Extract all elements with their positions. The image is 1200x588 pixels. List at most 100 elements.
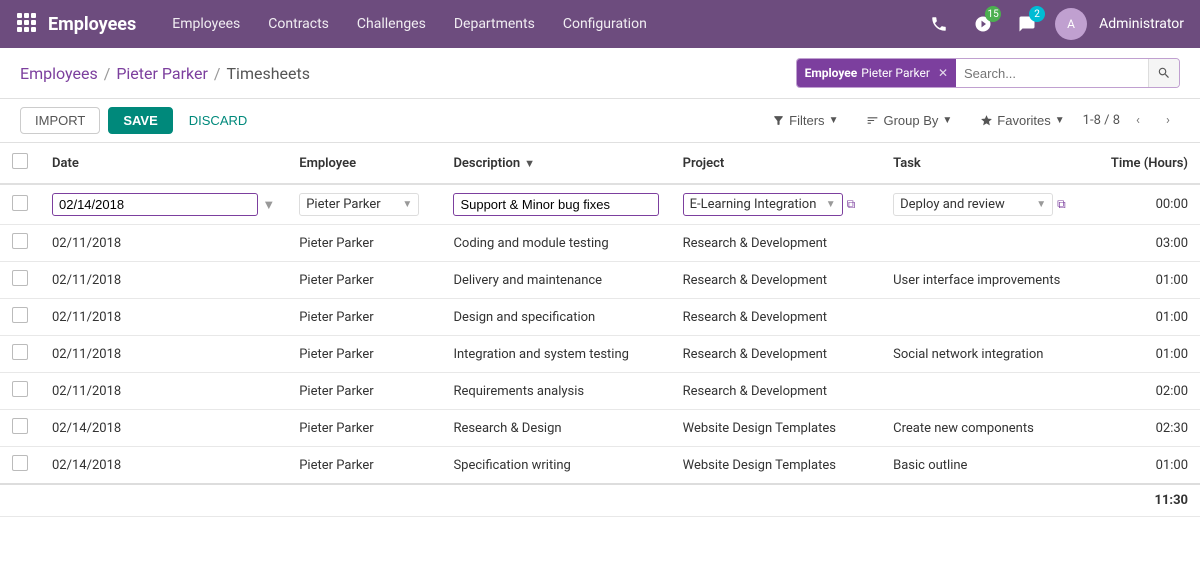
col-date[interactable]: Date xyxy=(40,143,287,184)
activity-icon[interactable]: 15 xyxy=(967,8,999,40)
favorites-label: Favorites xyxy=(997,113,1050,128)
row-5-employee: Pieter Parker xyxy=(287,410,441,447)
col-task[interactable]: Task xyxy=(881,143,1092,184)
menu-item-contracts[interactable]: Contracts xyxy=(256,10,341,38)
filters-button[interactable]: Filters ▼ xyxy=(762,108,848,133)
edit-employee-cell: Pieter Parker ▼ xyxy=(287,184,441,225)
row-5-checkbox[interactable] xyxy=(12,418,28,434)
menu-item-configuration[interactable]: Configuration xyxy=(551,10,659,38)
grid-icon[interactable] xyxy=(16,12,36,36)
user-name[interactable]: Administrator xyxy=(1099,16,1184,32)
discard-button[interactable]: DISCARD xyxy=(181,108,256,133)
pager-text: 1-8 / 8 xyxy=(1083,113,1120,128)
row-0-task xyxy=(881,225,1092,262)
row-5-date: 02/14/2018 xyxy=(40,410,287,447)
toolbar: IMPORT SAVE DISCARD Filters ▼ Group By ▼… xyxy=(0,99,1200,143)
table-row-editing: ▼ Pieter Parker ▼ xyxy=(0,184,1200,225)
phone-icon[interactable] xyxy=(923,8,955,40)
pager-next[interactable]: › xyxy=(1156,109,1180,133)
row-5-project: Website Design Templates xyxy=(671,410,882,447)
search-tag-label: Employee xyxy=(805,66,858,80)
row-1-description: Delivery and maintenance xyxy=(441,262,670,299)
row-edit-checkbox[interactable] xyxy=(12,195,28,211)
favorites-arrow: ▼ xyxy=(1055,115,1065,126)
task-external-link[interactable]: ⧉ xyxy=(1057,197,1066,212)
table-row: 02/11/2018 Pieter Parker Delivery and ma… xyxy=(0,262,1200,299)
row-1-time: 01:00 xyxy=(1092,262,1200,299)
row-6-employee: Pieter Parker xyxy=(287,447,441,485)
chat-icon[interactable]: 2 xyxy=(1011,8,1043,40)
filters-label: Filters xyxy=(789,113,824,128)
menu-item-departments[interactable]: Departments xyxy=(442,10,547,38)
task-arrow: ▼ xyxy=(1036,199,1046,210)
row-4-checkbox[interactable] xyxy=(12,381,28,397)
row-6-description: Specification writing xyxy=(441,447,670,485)
breadcrumb-pieter[interactable]: Pieter Parker xyxy=(116,64,208,83)
row-6-time: 01:00 xyxy=(1092,447,1200,485)
chat-badge: 2 xyxy=(1029,6,1045,22)
table-row: 02/14/2018 Pieter Parker Research & Desi… xyxy=(0,410,1200,447)
row-3-employee: Pieter Parker xyxy=(287,336,441,373)
pager-prev[interactable]: ‹ xyxy=(1126,109,1150,133)
edit-date-input[interactable] xyxy=(52,193,258,216)
edit-project-select[interactable]: E-Learning Integration ▼ xyxy=(683,193,843,216)
col-time[interactable]: Time (Hours) xyxy=(1092,143,1200,184)
row-4-employee: Pieter Parker xyxy=(287,373,441,410)
favorites-button[interactable]: Favorites ▼ xyxy=(970,108,1074,133)
row-6-project: Website Design Templates xyxy=(671,447,882,485)
col-employee[interactable]: Employee xyxy=(287,143,441,184)
row-3-time: 01:00 xyxy=(1092,336,1200,373)
avatar[interactable]: A xyxy=(1055,8,1087,40)
table-row: 02/14/2018 Pieter Parker Specification w… xyxy=(0,447,1200,485)
row-0-time: 03:00 xyxy=(1092,225,1200,262)
row-6-date: 02/14/2018 xyxy=(40,447,287,485)
row-2-date: 02/11/2018 xyxy=(40,299,287,336)
breadcrumb-sep-1: / xyxy=(104,64,111,83)
row-3-task: Social network integration xyxy=(881,336,1092,373)
search-tag-value: Pieter Parker xyxy=(861,66,930,80)
app-brand: Employees xyxy=(48,14,136,35)
menu-item-employees[interactable]: Employees xyxy=(160,10,252,38)
menu-item-challenges[interactable]: Challenges xyxy=(345,10,438,38)
project-external-link[interactable]: ⧉ xyxy=(847,197,856,212)
employee-arrow: ▼ xyxy=(402,199,412,210)
row-6-task: Basic outline xyxy=(881,447,1092,485)
search-input[interactable] xyxy=(956,62,1148,85)
topnav-right: 15 2 A Administrator xyxy=(923,8,1184,40)
date-dropdown-icon[interactable]: ▼ xyxy=(262,197,275,213)
import-button[interactable]: IMPORT xyxy=(20,107,100,134)
row-6-checkbox[interactable] xyxy=(12,455,28,471)
row-1-checkbox[interactable] xyxy=(12,270,28,286)
select-all-checkbox[interactable] xyxy=(12,153,28,169)
row-4-task xyxy=(881,373,1092,410)
row-2-employee: Pieter Parker xyxy=(287,299,441,336)
row-2-description: Design and specification xyxy=(441,299,670,336)
edit-employee-select[interactable]: Pieter Parker ▼ xyxy=(299,193,419,216)
search-tag: Employee Pieter Parker ✕ xyxy=(797,59,956,87)
breadcrumb-timesheets: Timesheets xyxy=(227,64,310,83)
search-tag-remove[interactable]: ✕ xyxy=(938,66,948,80)
breadcrumb-bar: Employees / Pieter Parker / Timesheets E… xyxy=(0,48,1200,99)
col-project[interactable]: Project xyxy=(671,143,882,184)
groupby-button[interactable]: Group By ▼ xyxy=(856,108,962,133)
search-bar: Employee Pieter Parker ✕ xyxy=(796,58,1180,88)
row-2-checkbox[interactable] xyxy=(12,307,28,323)
save-button[interactable]: SAVE xyxy=(108,107,172,134)
project-arrow: ▼ xyxy=(826,199,836,210)
row-3-checkbox[interactable] xyxy=(12,344,28,360)
breadcrumb-employees[interactable]: Employees xyxy=(20,64,98,83)
row-5-time: 02:30 xyxy=(1092,410,1200,447)
edit-description-cell xyxy=(441,184,670,225)
col-description[interactable]: Description ▼ xyxy=(441,143,670,184)
timesheet-table: Date Employee Description ▼ Project Task… xyxy=(0,143,1200,517)
row-0-checkbox[interactable] xyxy=(12,233,28,249)
row-1-date: 02/11/2018 xyxy=(40,262,287,299)
search-button[interactable] xyxy=(1148,59,1179,87)
table-header-row: Date Employee Description ▼ Project Task… xyxy=(0,143,1200,184)
edit-project-cell: E-Learning Integration ▼ ⧉ xyxy=(671,184,882,225)
edit-task-select[interactable]: Deploy and review ▼ xyxy=(893,193,1053,216)
edit-task-cell: Deploy and review ▼ ⧉ xyxy=(881,184,1092,225)
edit-date-cell: ▼ xyxy=(40,184,287,225)
edit-description-input[interactable] xyxy=(453,193,658,216)
row-4-time: 02:00 xyxy=(1092,373,1200,410)
